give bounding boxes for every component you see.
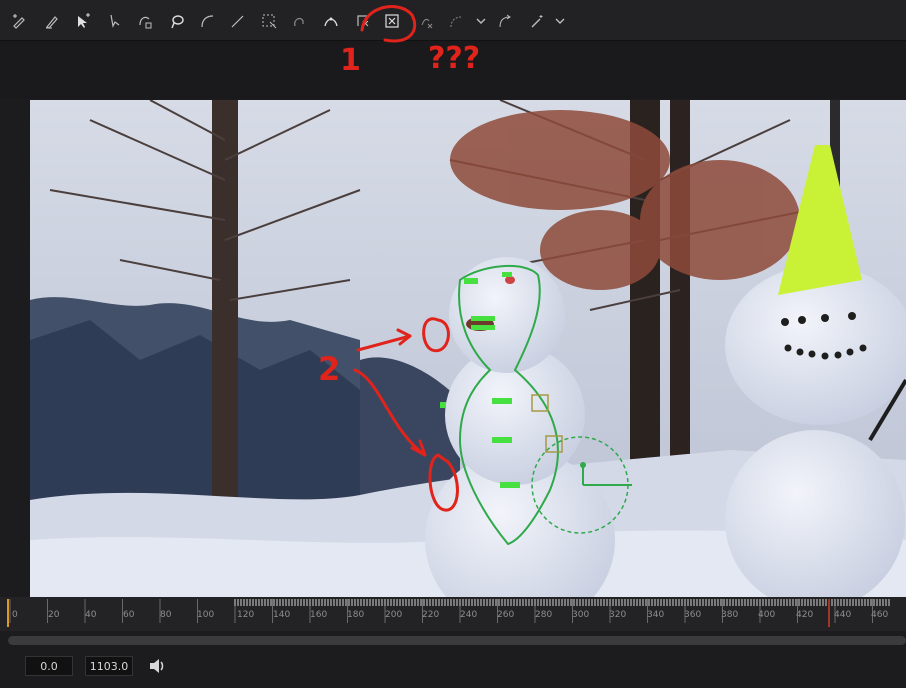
tick-label: 60 [123, 610, 135, 620]
line-icon[interactable] [226, 10, 248, 32]
box-select-icon[interactable] [258, 10, 280, 32]
select-icon[interactable] [104, 10, 126, 32]
toolbar [0, 0, 906, 41]
bezier-icon[interactable] [320, 10, 342, 32]
tick-label: 220 [422, 610, 440, 620]
pencil-icon[interactable] [40, 10, 62, 32]
tick-label: 460 [871, 610, 889, 620]
chevron-down-icon[interactable] [549, 10, 571, 32]
magic-wand-icon[interactable] [526, 10, 548, 32]
tick-label: 420 [796, 610, 814, 620]
tick-label: 340 [647, 610, 665, 620]
smooth-point-icon[interactable] [445, 10, 467, 32]
start-time-field[interactable]: 0.0 [25, 656, 73, 676]
select-add-icon[interactable] [72, 10, 94, 32]
reverse-icon[interactable] [494, 10, 516, 32]
timeline-scrollbar[interactable] [8, 636, 906, 645]
timeline-ruler[interactable]: 0 20 40 60 80 100 120 140 160 180 200 22… [0, 597, 906, 631]
viewer-header [0, 41, 906, 99]
add-point-pen-icon[interactable] [8, 10, 30, 32]
transport-bar: 0.0 1103.0 [0, 648, 906, 688]
tick-label: 360 [684, 610, 702, 620]
curve-icon[interactable] [196, 10, 218, 32]
end-time-field[interactable]: 1103.0 [85, 656, 133, 676]
tick-label: 180 [347, 610, 365, 620]
tick-label: 0 [12, 610, 18, 620]
close-shape-icon[interactable] [381, 10, 403, 32]
tick-label: 80 [160, 610, 172, 620]
undo-curve-icon[interactable] [288, 10, 310, 32]
delete-point-icon[interactable] [352, 10, 374, 32]
tick-label: 260 [497, 610, 515, 620]
tick-label: 320 [609, 610, 627, 620]
tick-label: 100 [197, 610, 215, 620]
x-point-icon[interactable] [416, 10, 438, 32]
left-panel [0, 100, 30, 597]
tick-label: 140 [273, 610, 291, 620]
snow-scene [30, 100, 906, 597]
tick-label: 440 [834, 610, 852, 620]
tree-trunk [212, 100, 238, 540]
lasso-icon[interactable] [166, 10, 188, 32]
tick-label: 200 [385, 610, 403, 620]
tick-label: 240 [460, 610, 478, 620]
video-viewer[interactable] [30, 100, 906, 597]
speaker-icon[interactable] [147, 656, 167, 676]
tick-label: 20 [48, 610, 60, 620]
tick-label: 120 [237, 610, 255, 620]
select-lock-icon[interactable] [134, 10, 156, 32]
tick-label: 40 [85, 610, 97, 620]
tick-label: 280 [535, 610, 553, 620]
tree-trunk [670, 100, 690, 460]
tick-label: 400 [758, 610, 776, 620]
tick-label: 380 [721, 610, 739, 620]
chevron-down-icon[interactable] [470, 10, 492, 32]
tick-label: 300 [572, 610, 590, 620]
tick-label: 160 [310, 610, 328, 620]
